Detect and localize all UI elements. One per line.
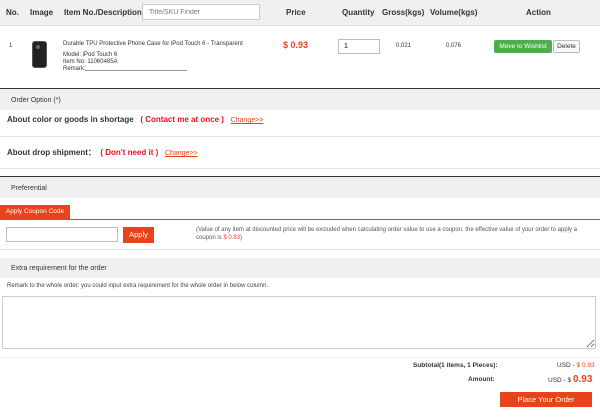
order-option-title: Order Option (*): [11, 97, 61, 104]
divider: [0, 249, 600, 250]
delete-button[interactable]: Delete: [553, 40, 580, 53]
table-row: 1 Durable TPU Protective Phone Case for …: [0, 26, 600, 78]
subtotal-prefix: USD -: [557, 362, 577, 369]
coupon-code-input[interactable]: [6, 227, 118, 242]
amount-total: 0.93: [572, 374, 593, 385]
amount-prefix: USD - $: [548, 377, 572, 384]
row-no: 1: [9, 43, 13, 49]
col-volume: Volume(kgs): [430, 8, 478, 17]
drop-option: About drop shipment： ( Don't need it ) C…: [7, 147, 198, 158]
coupon-note: (Value of any item at discounted price w…: [196, 226, 584, 242]
col-image: Image: [30, 8, 54, 17]
subtotal-amount: $ 0.93: [576, 362, 595, 369]
divider: [0, 136, 600, 137]
coupon-note-end: ): [240, 235, 243, 241]
col-quantity: Quantity: [342, 8, 375, 17]
col-no: No.: [6, 8, 19, 17]
remark-input[interactable]: [85, 70, 187, 71]
divider: [0, 357, 600, 358]
product-image[interactable]: [32, 41, 47, 68]
preferential-title: Preferential: [11, 185, 47, 192]
product-model: Model: iPod Touch 6: [63, 52, 118, 58]
col-price: Price: [286, 8, 306, 17]
color-change-link[interactable]: Change>>: [231, 117, 264, 124]
drop-option-value: ( Don't need it ): [100, 148, 159, 157]
product-item-no: Item No: 11060485A: [63, 59, 118, 65]
preferential-bar: Preferential: [0, 176, 600, 198]
extra-title: Extra requirement for the order: [11, 265, 107, 272]
col-item: Item No./Description.: [64, 8, 145, 17]
remark-label: Remark:: [63, 66, 86, 72]
tab-underline: [0, 219, 600, 220]
col-gross: Gross(kgs): [382, 8, 425, 17]
coupon-note-text: (Value of any item at discounted price w…: [196, 227, 578, 241]
sku-finder-input[interactable]: [142, 4, 260, 20]
extra-requirement-textarea[interactable]: [2, 296, 596, 349]
amount-value: USD - $ 0.93: [548, 374, 592, 385]
apply-coupon-button[interactable]: Apply: [123, 227, 154, 243]
divider: [0, 168, 600, 169]
amount-label: Amount:: [468, 376, 495, 383]
place-order-button[interactable]: Place Your Order: [500, 392, 592, 407]
drop-option-label: About drop shipment：: [7, 148, 96, 157]
subtotal-value: USD - $ 0.93: [557, 362, 595, 369]
color-option-value: ( Contact me at once ): [140, 115, 224, 124]
extra-bar: Extra requirement for the order: [0, 258, 600, 278]
volume-value: 0.076: [446, 43, 462, 49]
quantity-input[interactable]: [338, 39, 380, 54]
drop-change-link[interactable]: Change>>: [165, 150, 198, 157]
color-option-label: About color or goods in shortage: [7, 115, 134, 124]
col-action: Action: [526, 8, 551, 17]
extra-remark-text: Remark to the whole order: you could inp…: [7, 283, 269, 289]
tab-apply-coupon[interactable]: Apply Coupon Code: [0, 205, 70, 219]
item-price: $ 0.93: [283, 40, 309, 50]
move-to-wishlist-button[interactable]: Move to Wishlist: [494, 40, 552, 53]
product-title[interactable]: Durable TPU Protective Phone Case for iP…: [63, 41, 243, 47]
coupon-note-value: $ 0.93: [223, 235, 241, 241]
gross-value: 0.021: [396, 43, 412, 49]
subtotal-label: Subtotal(1 items, 1 Pieces):: [413, 362, 498, 369]
color-option: About color or goods in shortage ( Conta…: [7, 115, 263, 124]
order-option-bar: Order Option (*): [0, 88, 600, 110]
cart-header: No. Image Item No./Description. Price Qu…: [0, 0, 600, 26]
